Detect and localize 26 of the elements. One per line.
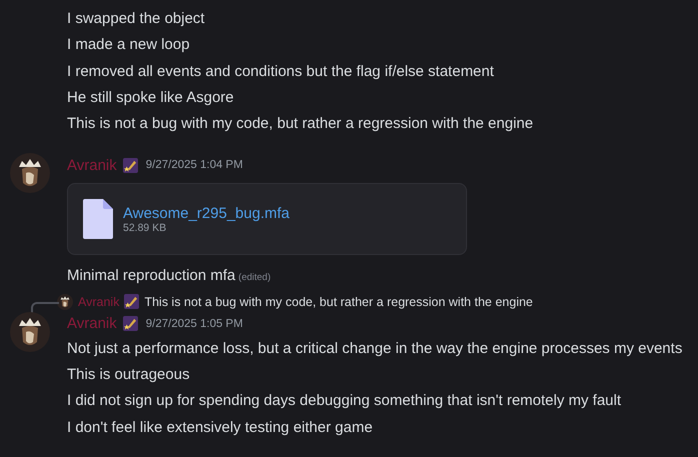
badge-icon	[122, 158, 138, 173]
file-name-link[interactable]: Awesome_r295_bug.mfa	[123, 204, 290, 222]
message-text: Minimal reproduction mfa	[67, 267, 236, 284]
message-text: I swapped the object	[67, 10, 205, 27]
badge-icon	[124, 294, 140, 310]
author-name[interactable]: Avranik	[67, 315, 117, 332]
message-timestamp: 9/27/2025 1:04 PM	[146, 159, 243, 172]
avatar-icon[interactable]	[10, 153, 50, 194]
message-text: I made a new loop	[67, 36, 190, 54]
reply-preview-text[interactable]: This is not a bug with my code, but rather a regression with the engine	[144, 294, 533, 309]
badge-icon	[122, 316, 138, 332]
file-size: 52.89 KB	[123, 222, 168, 234]
message-text: This is not a bug with my code, but rather a regression with the engine	[67, 115, 534, 132]
message-text: I don't feel like extensively testing either game	[67, 418, 373, 436]
message-text: Not just a performance loss, but a critical change in the way the engine processes my events	[67, 340, 682, 357]
message-text: I did not sign up for spending days debugging something that isn't remotely my fault	[67, 392, 622, 410]
message-text: He still spoke like Asgore	[67, 88, 234, 106]
author-name[interactable]: Avranik	[67, 156, 117, 174]
edited-label: (edited)	[238, 272, 271, 284]
reply-author-name[interactable]: Avranik	[78, 294, 120, 309]
reply-avatar-icon[interactable]	[57, 294, 73, 310]
message-timestamp: 9/27/2025 1:05 PM	[146, 318, 243, 330]
file-icon	[83, 199, 113, 240]
avatar-icon[interactable]	[10, 312, 50, 352]
message-text: This is outrageous	[67, 366, 190, 384]
message-text: I removed all events and conditions but the flag if/else statement	[67, 62, 494, 80]
